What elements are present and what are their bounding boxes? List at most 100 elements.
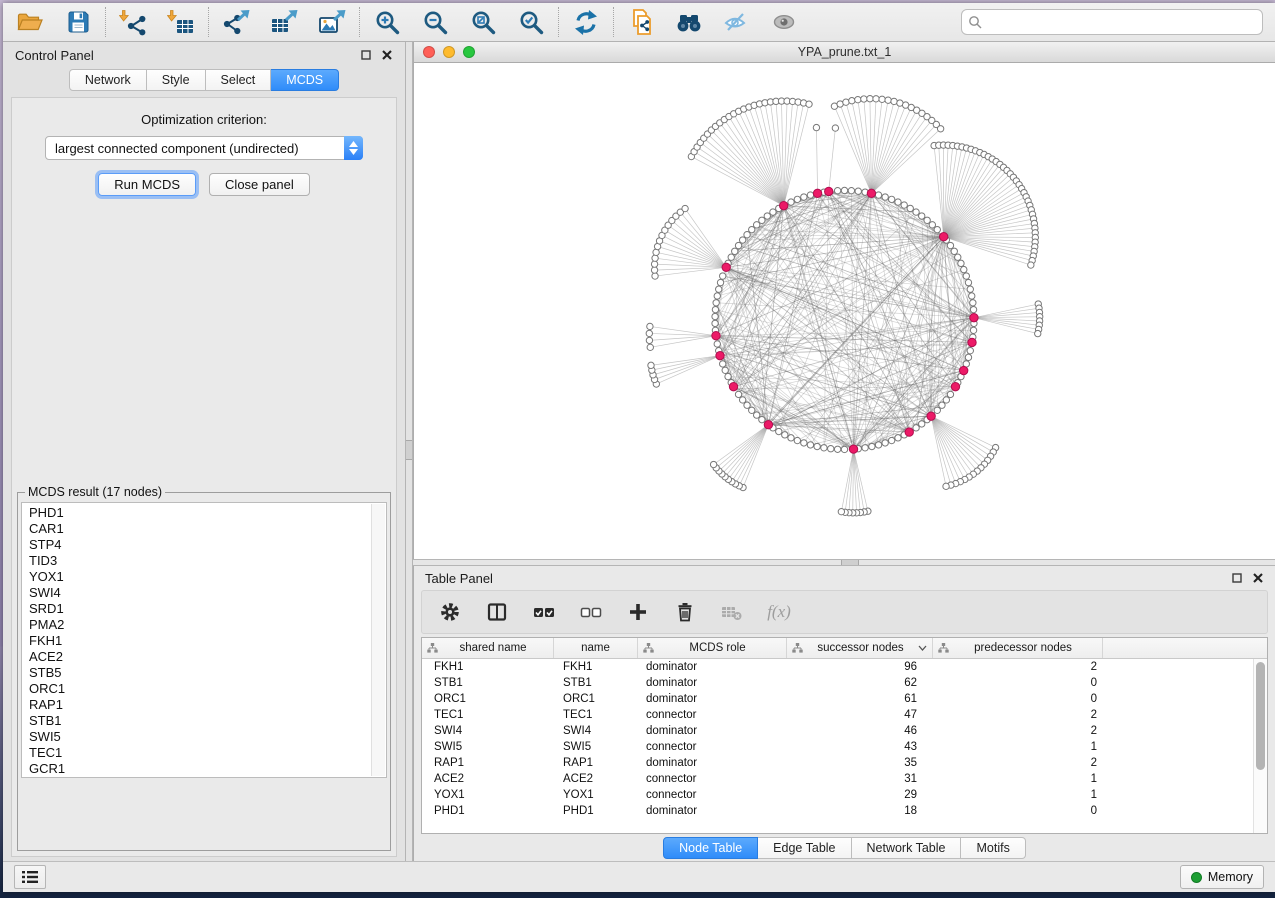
import-group xyxy=(118,7,196,37)
cell-filler xyxy=(1103,739,1267,755)
mcds-result-item[interactable]: STB5 xyxy=(29,665,370,681)
mcds-result-item[interactable]: STP4 xyxy=(29,537,370,553)
mcds-result-item[interactable]: FKH1 xyxy=(29,633,370,649)
network-graph[interactable] xyxy=(414,63,1275,559)
float-panel-icon[interactable] xyxy=(1231,572,1243,584)
mcds-result-item[interactable]: SWI4 xyxy=(29,585,370,601)
tab-style[interactable]: Style xyxy=(147,69,206,91)
mcds-result-item[interactable]: ORC1 xyxy=(29,681,370,697)
cell-filler xyxy=(1103,691,1267,707)
mcds-result-item[interactable]: STB1 xyxy=(29,713,370,729)
column-header-predecessor-nodes[interactable]: predecessor nodes xyxy=(933,638,1103,658)
delete-table-button[interactable] xyxy=(719,599,745,625)
delete-column-button[interactable] xyxy=(672,599,698,625)
mcds-result-item[interactable]: ACE2 xyxy=(29,649,370,665)
close-panel-icon[interactable] xyxy=(381,49,393,61)
memory-label: Memory xyxy=(1208,870,1253,884)
add-column-button[interactable] xyxy=(625,599,651,625)
table-row[interactable]: YOX1YOX1connector291 xyxy=(422,787,1267,803)
sort-descending-icon xyxy=(918,645,927,651)
cell-successor-nodes: 29 xyxy=(787,787,933,803)
float-panel-icon[interactable] xyxy=(360,49,372,61)
zoom-in-button[interactable] xyxy=(372,7,402,37)
column-header-successor-nodes[interactable]: successor nodes xyxy=(787,638,933,658)
column-header-name[interactable]: name xyxy=(554,638,638,658)
mcds-result-item[interactable]: GCR1 xyxy=(29,761,370,777)
mcds-result-item[interactable]: SRD1 xyxy=(29,601,370,617)
table-row[interactable]: TEC1TEC1connector472 xyxy=(422,707,1267,723)
tab-edge-table[interactable]: Edge Table xyxy=(758,837,851,859)
zoom-out-button[interactable] xyxy=(420,7,450,37)
refresh-view-button[interactable] xyxy=(571,7,601,37)
show-hidden-button[interactable] xyxy=(770,7,800,37)
tab-mcds[interactable]: MCDS xyxy=(271,69,339,91)
function-builder-button[interactable]: f(x) xyxy=(766,599,792,625)
save-floppy-icon xyxy=(65,9,91,35)
horizontal-splitter[interactable] xyxy=(413,559,1275,566)
close-panel-icon[interactable] xyxy=(1252,572,1264,584)
mcds-result-item[interactable]: PHD1 xyxy=(29,505,370,521)
tab-node-table[interactable]: Node Table xyxy=(663,837,758,859)
export-network-button[interactable] xyxy=(221,7,251,37)
close-panel-button[interactable]: Close panel xyxy=(209,173,310,196)
optimization-criterion-select[interactable]: largest connected component (undirected) xyxy=(45,136,363,160)
vertical-splitter[interactable] xyxy=(405,42,413,861)
import-network-button[interactable] xyxy=(118,7,148,37)
close-window-icon[interactable] xyxy=(423,46,435,58)
table-scrollbar[interactable] xyxy=(1253,659,1267,833)
table-row[interactable]: SWI5SWI5connector431 xyxy=(422,739,1267,755)
first-neighbors-button[interactable] xyxy=(674,7,704,37)
mcds-result-item[interactable]: YOX1 xyxy=(29,569,370,585)
select-all-button[interactable] xyxy=(531,599,557,625)
tab-network[interactable]: Network xyxy=(69,69,147,91)
table-row[interactable]: ACE2ACE2connector311 xyxy=(422,771,1267,787)
network-canvas[interactable] xyxy=(414,63,1275,559)
cell-mcds-role: dominator xyxy=(638,659,787,675)
save-session-button[interactable] xyxy=(63,7,93,37)
cell-shared-name: SWI5 xyxy=(422,739,554,755)
table-row[interactable]: SWI4SWI4dominator462 xyxy=(422,723,1267,739)
mcds-result-item[interactable]: SWI5 xyxy=(29,729,370,745)
table-row[interactable]: ORC1ORC1dominator610 xyxy=(422,691,1267,707)
splitter-knob[interactable] xyxy=(841,560,859,565)
cell-name: SWI4 xyxy=(554,723,638,739)
mcds-result-item[interactable]: TID3 xyxy=(29,553,370,569)
cell-successor-nodes: 62 xyxy=(787,675,933,691)
mcds-result-item[interactable]: CAR1 xyxy=(29,521,370,537)
memory-button[interactable]: Memory xyxy=(1180,865,1264,889)
scrollbar-thumb[interactable] xyxy=(1256,662,1265,770)
maximize-window-icon[interactable] xyxy=(463,46,475,58)
search-input[interactable] xyxy=(983,14,1256,30)
copy-network-button[interactable] xyxy=(626,7,656,37)
run-mcds-button[interactable]: Run MCDS xyxy=(98,173,196,196)
tab-select[interactable]: Select xyxy=(206,69,272,91)
column-header-shared-name[interactable]: shared name xyxy=(422,638,554,658)
table-settings-button[interactable] xyxy=(437,599,463,625)
zoom-selected-button[interactable] xyxy=(516,7,546,37)
column-header-mcds-role[interactable]: MCDS role xyxy=(638,638,787,658)
splitter-knob[interactable] xyxy=(406,440,412,460)
table-row[interactable]: PHD1PHD1dominator180 xyxy=(422,803,1267,819)
import-table-button[interactable] xyxy=(166,7,196,37)
mcds-result-item[interactable]: PMA2 xyxy=(29,617,370,633)
mcds-result-list[interactable]: PHD1CAR1STP4TID3YOX1SWI4SRD1PMA2FKH1ACE2… xyxy=(21,502,387,778)
table-row[interactable]: FKH1FKH1dominator962 xyxy=(422,659,1267,675)
mcds-result-item[interactable]: TEC1 xyxy=(29,745,370,761)
table-row[interactable]: RAP1RAP1dominator352 xyxy=(422,755,1267,771)
zoom-fit-button[interactable] xyxy=(468,7,498,37)
tab-motifs[interactable]: Motifs xyxy=(961,837,1025,859)
open-file-button[interactable] xyxy=(15,7,45,37)
cell-successor-nodes: 46 xyxy=(787,723,933,739)
task-history-button[interactable] xyxy=(14,865,46,889)
mcds-result-item[interactable]: RAP1 xyxy=(29,697,370,713)
hide-selected-button[interactable] xyxy=(722,7,752,37)
cell-shared-name: STB1 xyxy=(422,675,554,691)
export-image-button[interactable] xyxy=(317,7,347,37)
export-table-button[interactable] xyxy=(269,7,299,37)
deselect-all-button[interactable] xyxy=(578,599,604,625)
show-columns-button[interactable] xyxy=(484,599,510,625)
tab-network-table[interactable]: Network Table xyxy=(852,837,962,859)
table-row[interactable]: STB1STB1dominator620 xyxy=(422,675,1267,691)
minimize-window-icon[interactable] xyxy=(443,46,455,58)
result-list-scrollbar[interactable] xyxy=(371,504,385,776)
